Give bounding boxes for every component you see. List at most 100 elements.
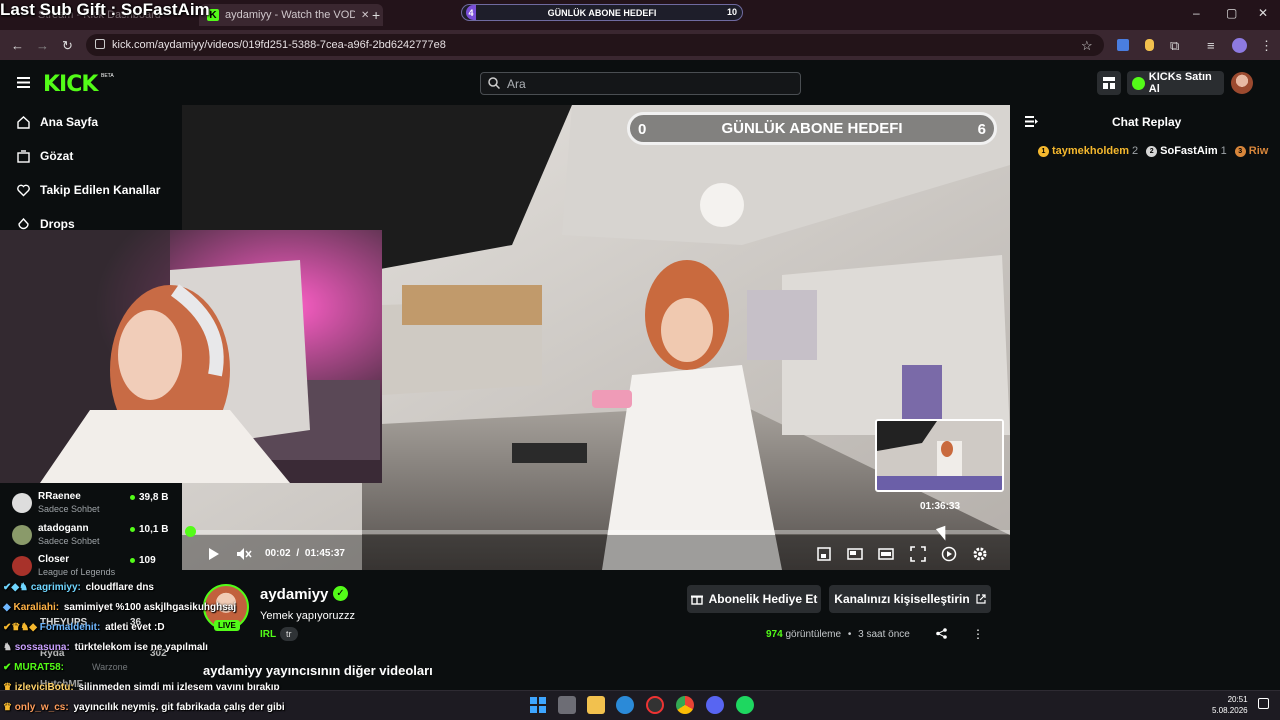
playback-speed-button[interactable] bbox=[941, 546, 957, 562]
close-window-button[interactable]: ✕ bbox=[1258, 6, 1268, 20]
sidebar-channel-closer[interactable]: Closer League of Legends 109 bbox=[12, 554, 156, 577]
gifter-count: 1 bbox=[1220, 145, 1227, 157]
reload-icon[interactable]: ↻ bbox=[62, 38, 73, 54]
live-dot-icon bbox=[130, 526, 135, 532]
edge-browser-icon[interactable] bbox=[616, 696, 634, 714]
chat-username: Karaliahi: bbox=[13, 602, 60, 613]
gift-button-label: Abonelik Hediye Et bbox=[708, 592, 818, 606]
time-display: 00:02 / 01:45:37 bbox=[265, 548, 345, 559]
kick-logo[interactable]: KICK bbox=[43, 72, 98, 97]
discord-icon[interactable] bbox=[706, 696, 724, 714]
stream-category[interactable]: IRL bbox=[260, 629, 276, 640]
buy-kicks-button[interactable]: KICKs Satın Al bbox=[1127, 71, 1224, 95]
drops-icon bbox=[18, 217, 29, 229]
chat-badge-icon: ♛ bbox=[3, 702, 12, 713]
video-stats: 974 görüntüleme • 3 saat önce bbox=[766, 629, 910, 640]
obs-icon[interactable] bbox=[646, 696, 664, 714]
chrome-icon[interactable] bbox=[676, 696, 694, 714]
profile-avatar[interactable] bbox=[1232, 38, 1247, 53]
system-clock[interactable]: 20:51 5.08.2026 bbox=[1212, 694, 1248, 716]
sidebar-item-drops[interactable]: Drops bbox=[17, 217, 75, 231]
user-avatar[interactable] bbox=[1231, 72, 1253, 94]
extensions-puzzle-icon[interactable]: ⧉ bbox=[1170, 38, 1179, 54]
clip-icon bbox=[817, 547, 831, 561]
channel-category: Sadece Sohbet bbox=[38, 504, 100, 514]
channel-name: atadogann bbox=[38, 523, 89, 534]
channel-name: Closer bbox=[38, 554, 70, 565]
minimize-button[interactable]: – bbox=[1193, 6, 1200, 20]
dashboard-button[interactable] bbox=[1097, 71, 1121, 95]
maximize-button[interactable]: ▢ bbox=[1226, 6, 1237, 20]
progress-handle[interactable] bbox=[185, 526, 196, 537]
bookmark-star-icon[interactable]: ☆ bbox=[1081, 38, 1093, 54]
clock-date: 5.08.2026 bbox=[1212, 706, 1248, 715]
chat-username: MURAT58: bbox=[14, 662, 64, 673]
tab-vod[interactable]: K aydamiyy - Watch the VOD on Kick ✕ bbox=[199, 4, 383, 26]
tab-close-icon[interactable]: ✕ bbox=[361, 10, 369, 21]
channel-category: Sadece Sohbet bbox=[38, 536, 100, 546]
chat-username: Formaldehit: bbox=[39, 622, 101, 633]
share-icon[interactable] bbox=[936, 628, 947, 639]
goal-start: 0 bbox=[638, 121, 647, 138]
task-view-icon[interactable] bbox=[558, 696, 576, 714]
gifter-name: taymekholdem bbox=[1052, 145, 1130, 157]
rank-badge-icon: 2 bbox=[1146, 145, 1158, 157]
channel-name[interactable]: aydamiyy bbox=[260, 586, 328, 603]
customize-button-label: Kanalınızı kişiselleştirin bbox=[834, 592, 970, 606]
sidebar-channel-rraenee[interactable]: RRaenee Sadece Sohbet 39,8 B bbox=[12, 491, 168, 514]
gift-subscription-button[interactable]: Abonelik Hediye Et bbox=[687, 585, 821, 613]
collapse-chat-icon[interactable] bbox=[1025, 116, 1038, 127]
settings-button[interactable] bbox=[972, 546, 988, 562]
customize-channel-button[interactable]: Kanalınızı kişiselleştirin bbox=[829, 585, 991, 613]
chat-badge-icon: ◆ bbox=[3, 602, 11, 613]
chat-overlay-message: ✔◆♞ cagrimiyy: cloudflare dns bbox=[3, 582, 154, 593]
file-explorer-icon[interactable] bbox=[587, 696, 605, 714]
sidebar-item-following[interactable]: Takip Edilen Kanallar bbox=[17, 183, 160, 197]
picture-in-picture-icon bbox=[847, 548, 863, 560]
site-info-icon[interactable] bbox=[95, 39, 105, 49]
viewer-count: 109 bbox=[139, 555, 156, 566]
goal-pill-label: GÜNLÜK ABONE HEDEFI bbox=[547, 7, 657, 18]
gifter-1[interactable]: 1 taymekholdem 2 bbox=[1038, 145, 1138, 157]
sidebar-channel-atadogann[interactable]: atadogann Sadece Sohbet 10,1 B bbox=[12, 523, 168, 546]
spotify-icon[interactable] bbox=[736, 696, 754, 714]
media-controls-icon[interactable]: ≡ bbox=[1207, 38, 1215, 53]
gifter-3[interactable]: 3 Riw bbox=[1234, 145, 1268, 157]
language-tag[interactable]: tr bbox=[280, 627, 298, 641]
mute-button[interactable] bbox=[236, 546, 252, 562]
duration: 01:45:37 bbox=[304, 548, 345, 559]
webcam-frame bbox=[0, 230, 382, 483]
back-icon[interactable]: ← bbox=[11, 38, 24, 53]
current-time: 00:02 bbox=[265, 548, 291, 559]
new-tab-button[interactable]: + bbox=[372, 7, 380, 23]
theater-button[interactable] bbox=[878, 546, 894, 562]
seek-preview-time: 01:36:33 bbox=[920, 501, 961, 512]
volume-muted-icon bbox=[237, 548, 252, 560]
gifter-2[interactable]: 2 SoFastAim 1 bbox=[1146, 145, 1227, 157]
sidebar-item-home[interactable]: Ana Sayfa bbox=[17, 115, 98, 129]
chat-text: yayıncılık neymiş. git fabrikada çalış d… bbox=[73, 702, 285, 713]
sidebar-item-label: Ana Sayfa bbox=[40, 115, 99, 129]
progress-bar[interactable] bbox=[187, 530, 1010, 534]
other-videos-heading: aydamiyy yayıncısının diğer videoları bbox=[203, 663, 433, 678]
pip-button[interactable] bbox=[847, 546, 863, 562]
webcam-overlay bbox=[0, 230, 382, 483]
views-label: görüntüleme bbox=[785, 629, 842, 640]
forward-icon[interactable]: → bbox=[36, 38, 49, 53]
url-field[interactable]: kick.com/aydamiyy/videos/019fd251-5388-7… bbox=[86, 34, 1104, 56]
chat-overlay-message: ♞ sossasuna: türktelekom ise ne yapılmal… bbox=[3, 642, 208, 653]
sidebar-item-browse[interactable]: Gözat bbox=[17, 149, 73, 163]
extension-icon[interactable] bbox=[1145, 39, 1154, 51]
fullscreen-button[interactable] bbox=[910, 546, 926, 562]
clip-button[interactable] bbox=[816, 546, 832, 562]
browser-menu-icon[interactable]: ⋮ bbox=[1260, 38, 1273, 54]
search-input[interactable]: Ara bbox=[480, 72, 801, 95]
start-button[interactable] bbox=[529, 696, 547, 714]
more-options-icon[interactable]: ⋮ bbox=[972, 627, 984, 641]
play-button[interactable] bbox=[205, 546, 221, 562]
translate-icon[interactable] bbox=[1117, 39, 1129, 51]
notifications-icon[interactable] bbox=[1258, 698, 1269, 709]
tab-label: aydamiyy - Watch the VOD on Kick bbox=[225, 9, 355, 21]
sidebar-item-label: Drops bbox=[40, 217, 75, 231]
hamburger-menu-icon[interactable] bbox=[17, 77, 30, 88]
